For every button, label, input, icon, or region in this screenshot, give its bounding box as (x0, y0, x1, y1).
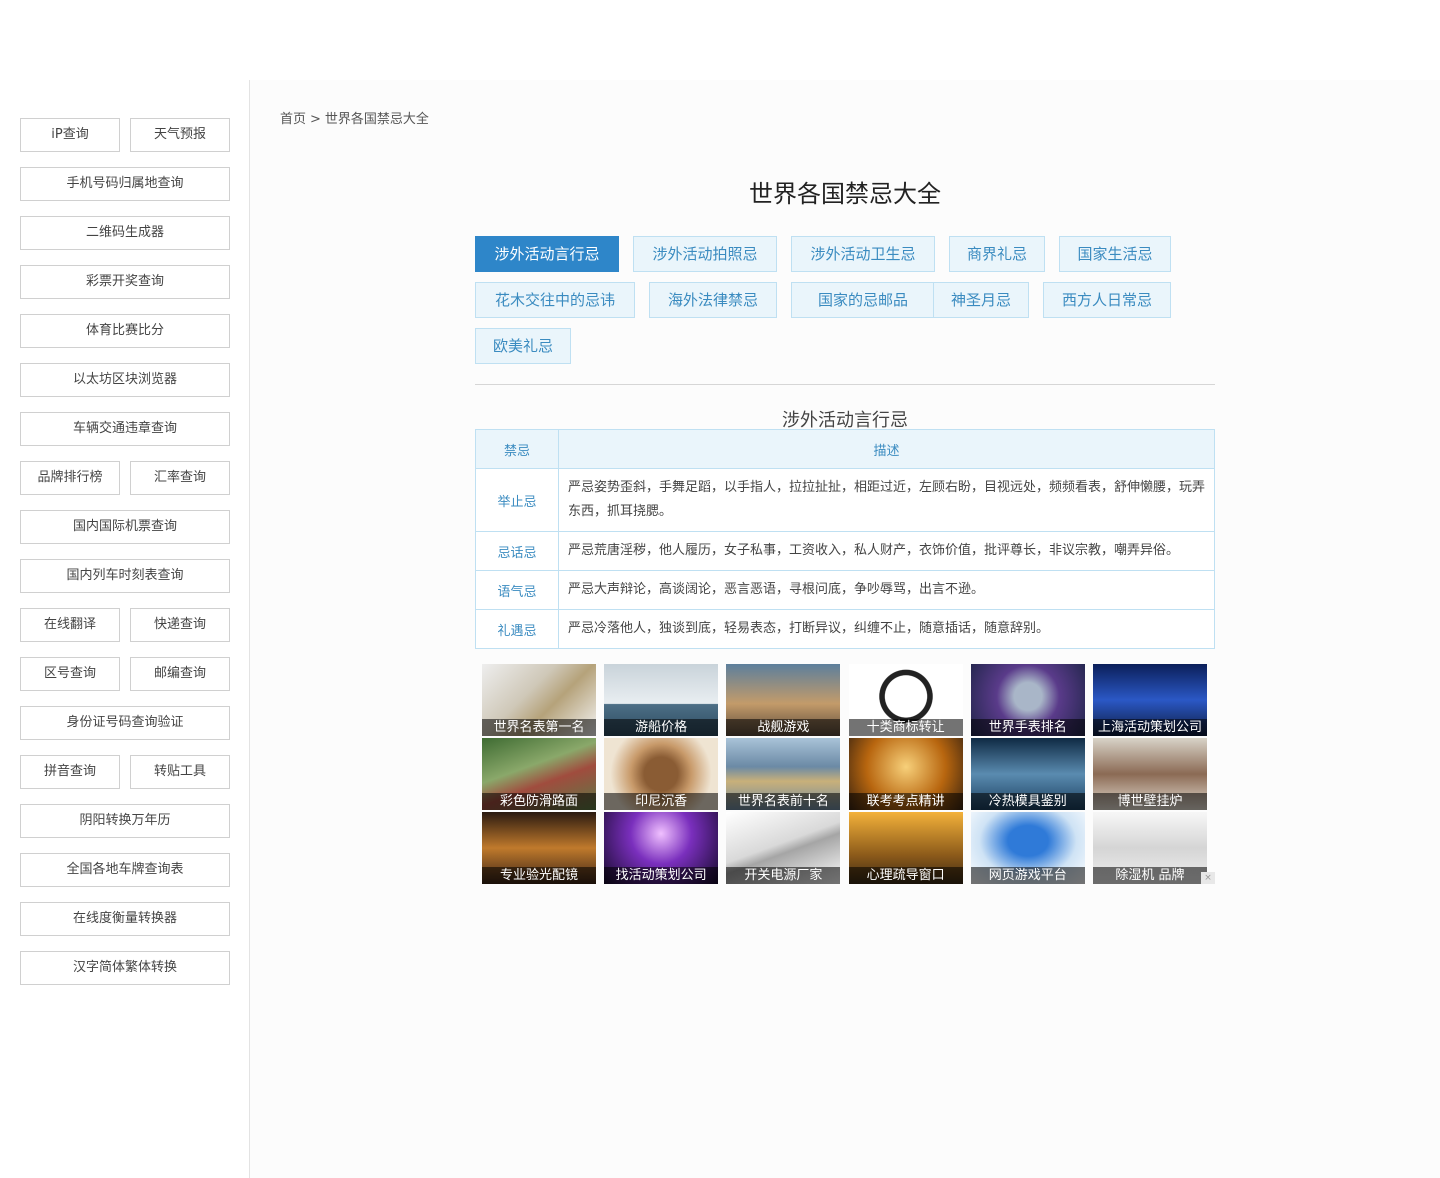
sidebar-tool-button[interactable]: iP查询 (20, 118, 120, 152)
taboo-name: 举止忌 (475, 468, 559, 532)
sidebar-tool-button[interactable]: 手机号码归属地查询 (20, 167, 230, 201)
sidebar-tool-button[interactable]: 区号查询 (20, 657, 120, 691)
divider (475, 384, 1215, 385)
sidebar-tool-button[interactable]: 以太坊区块浏览器 (20, 363, 230, 397)
ad-caption: 战舰游戏 (726, 719, 841, 736)
ad-caption: 印尼沉香 (604, 793, 719, 810)
taboo-table: 禁忌 描述 举止忌 严忌姿势歪斜，手舞足蹈，以手指人，拉拉扯扯，相距过近，左顾右盼… (475, 429, 1215, 649)
sidebar-tool-button[interactable]: 天气预报 (130, 118, 230, 152)
ad-tile[interactable]: 专业验光配镜 (482, 812, 596, 884)
table-row: 礼遇忌 严忌冷落他人，独谈到底，轻易表态，打断异议，纠缠不止，随意插话，随意辞别。 (475, 609, 1215, 649)
taboo-name: 语气忌 (475, 570, 559, 610)
ad-tile[interactable]: 开关电源厂家 (726, 812, 841, 884)
sidebar-tool-button[interactable]: 二维码生成器 (20, 216, 230, 250)
ad-tile[interactable]: 冷热模具鉴别 (970, 738, 1085, 810)
taboo-description: 严忌冷落他人，独谈到底，轻易表态，打断异议，纠缠不止，随意插话，随意辞别。 (558, 609, 1215, 649)
ad-tile[interactable]: 上海活动策划公司 (1093, 664, 1207, 736)
breadcrumb-current: 世界各国禁忌大全 (324, 112, 429, 127)
sidebar-tool-button[interactable]: 全国各地车牌查询表 (20, 853, 230, 887)
table-row: 举止忌 严忌姿势歪斜，手舞足蹈，以手指人，拉拉扯扯，相距过近，左顾右盼，目视远处，… (475, 468, 1215, 532)
sidebar-tool-button[interactable]: 在线翻译 (20, 608, 120, 642)
sidebar-tool-button[interactable]: 汇率查询 (130, 461, 230, 495)
taboo-name: 忌话忌 (475, 531, 559, 571)
taboo-description: 严忌大声辩论，高谈阔论，恶言恶语，寻根问底，争吵辱骂，出言不逊。 (558, 570, 1215, 610)
ad-tile[interactable]: 世界名表前十名 (726, 738, 841, 810)
ad-tile[interactable]: 博世壁挂炉 (1093, 738, 1207, 810)
ad-tile[interactable]: 心理疏导窗口 (848, 812, 963, 884)
sidebar: iP查询 天气预报手机号码归属地查询 二维码生成器 彩票开奖查询 体育比赛比分 以太坊区块… (0, 0, 249, 1178)
sidebar-tool-button[interactable]: 邮编查询 (130, 657, 230, 691)
ad-grid: 世界名表第一名 游船价格 战舰游戏 十类商标转让 世界手表排名 上海活动策划公司彩色防滑路… (475, 664, 1215, 884)
ad-caption: 网页游戏平台 (970, 867, 1085, 884)
sidebar-tool-button[interactable]: 车辆交通违章查询 (20, 412, 230, 446)
breadcrumb-separator: > (310, 112, 321, 127)
ad-caption: 上海活动策划公司 (1093, 719, 1207, 736)
sidebar-tool-button[interactable]: 品牌排行榜 (20, 461, 120, 495)
sidebar-tool-button[interactable]: 身份证号码查询验证 (20, 706, 230, 740)
tag-2[interactable]: 涉外活动卫生忌 (791, 236, 935, 272)
sidebar-tool-button[interactable]: 国内国际机票查询 (20, 510, 230, 544)
table-header-row: 禁忌 描述 (475, 429, 1215, 469)
ad-caption: 世界名表前十名 (726, 793, 841, 810)
sidebar-tool-button[interactable]: 阴阳转换万年历 (20, 804, 230, 838)
ad-tile[interactable]: 世界手表排名 (970, 664, 1085, 736)
column-header-description: 描述 (558, 429, 1215, 469)
ad-close-icon[interactable]: × (1201, 872, 1215, 884)
ad-caption: 世界手表排名 (970, 719, 1085, 736)
ad-caption: 除湿机 品牌 (1093, 867, 1207, 884)
tag-1[interactable]: 涉外活动拍照忌 (633, 236, 777, 272)
ad-tile[interactable]: 联考考点精讲 (848, 738, 963, 810)
sidebar-tool-button[interactable]: 快递查询 (130, 608, 230, 642)
ad-tile[interactable]: 彩色防滑路面 (482, 738, 596, 810)
ad-caption: 彩色防滑路面 (482, 793, 596, 810)
ad-caption: 心理疏导窗口 (848, 867, 963, 884)
ad-tile[interactable]: 除湿机 品牌 (1093, 812, 1207, 884)
tag-0[interactable]: 涉外活动言行忌 (475, 236, 619, 272)
breadcrumb-home-link[interactable]: 首页 (280, 112, 306, 127)
tag-10[interactable]: 欧美礼忌 (475, 328, 571, 364)
ad-caption: 世界名表第一名 (482, 719, 596, 736)
sidebar-tool-button[interactable]: 拼音查询 (20, 755, 120, 789)
taboo-name: 礼遇忌 (475, 609, 559, 649)
ad-tile[interactable]: 网页游戏平台 (970, 812, 1085, 884)
main-content: 首页 > 世界各国禁忌大全 世界各国禁忌大全 涉外活动言行忌 涉外活动拍照忌 涉外活动卫… (250, 80, 1440, 1178)
sidebar-tool-button[interactable]: 体育比赛比分 (20, 314, 230, 348)
breadcrumb: 首页 > 世界各国禁忌大全 (280, 108, 429, 127)
ad-caption: 找活动策划公司 (604, 867, 719, 884)
sidebar-tool-button[interactable]: 国内列车时刻表查询 (20, 559, 230, 593)
ad-tile[interactable]: 世界名表第一名 (482, 664, 596, 736)
ad-tile[interactable]: 印尼沉香 (604, 738, 719, 810)
ad-caption: 开关电源厂家 (726, 867, 841, 884)
taboo-description: 严忌荒唐淫秽，他人履历，女子私事，工资收入，私人财产，衣饰价值，批评尊长，非议宗… (558, 531, 1215, 571)
ad-caption: 专业验光配镜 (482, 867, 596, 884)
tag-5[interactable]: 花木交往中的忌讳 (475, 282, 635, 318)
sidebar-tool-button[interactable]: 转贴工具 (130, 755, 230, 789)
taboo-description: 严忌姿势歪斜，手舞足蹈，以手指人，拉拉扯扯，相距过近，左顾右盼，目视远处，频频看… (558, 468, 1215, 532)
column-header-taboo: 禁忌 (475, 429, 559, 469)
tag-9[interactable]: 西方人日常忌 (1043, 282, 1171, 318)
tag-7[interactable]: 国家的忌邮品 (791, 282, 935, 318)
ad-tile[interactable]: 游船价格 (604, 664, 719, 736)
sidebar-tool-button[interactable]: 在线度衡量转换器 (20, 902, 230, 936)
ad-caption: 联考考点精讲 (848, 793, 963, 810)
tag-3[interactable]: 商界礼忌 (949, 236, 1045, 272)
ad-caption: 游船价格 (604, 719, 719, 736)
ad-tile[interactable]: 十类商标转让 (848, 664, 963, 736)
sidebar-tool-button[interactable]: 汉字简体繁体转换 (20, 951, 230, 985)
tag-8[interactable]: 神圣月忌 (933, 282, 1029, 318)
ad-caption: 博世壁挂炉 (1093, 793, 1207, 810)
tag-4[interactable]: 国家生活忌 (1059, 236, 1171, 272)
ad-caption: 十类商标转让 (848, 719, 963, 736)
page-title: 世界各国禁忌大全 (749, 180, 941, 208)
tag-6[interactable]: 海外法律禁忌 (649, 282, 777, 318)
ad-tile[interactable]: 找活动策划公司 (604, 812, 719, 884)
table-row: 语气忌 严忌大声辩论，高谈阔论，恶言恶语，寻根问底，争吵辱骂，出言不逊。 (475, 570, 1215, 610)
ad-caption: 冷热模具鉴别 (970, 793, 1085, 810)
ad-tile[interactable]: 战舰游戏 (726, 664, 841, 736)
sidebar-tool-button[interactable]: 彩票开奖查询 (20, 265, 230, 299)
table-row: 忌话忌 严忌荒唐淫秽，他人履历，女子私事，工资收入，私人财产，衣饰价值，批评尊长，… (475, 531, 1215, 571)
